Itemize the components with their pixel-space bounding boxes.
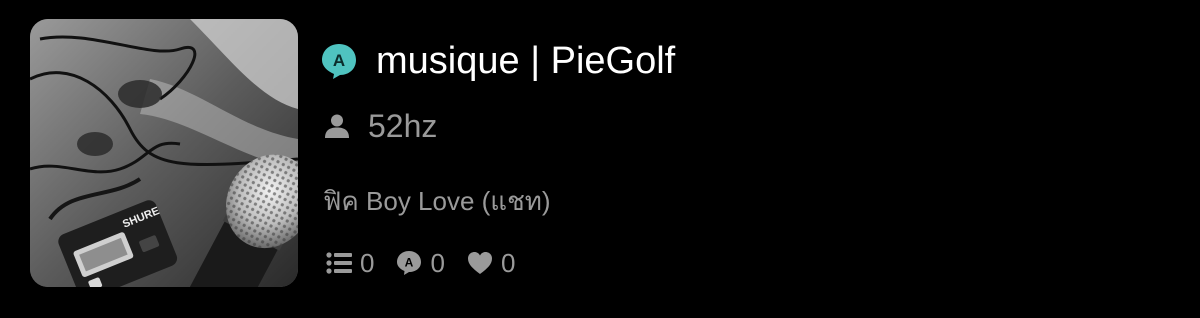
app-badge-icon: A xyxy=(322,44,356,79)
author-row[interactable]: 52hz xyxy=(324,106,437,146)
chapters-stat: 0 xyxy=(326,248,374,278)
list-icon xyxy=(326,252,352,274)
user-icon xyxy=(325,114,349,138)
genre-tag[interactable]: ฟิค Boy Love (แชท) xyxy=(323,184,551,218)
cover-photo: SHURE xyxy=(30,19,298,287)
heart-icon xyxy=(467,252,492,274)
app-badge-letter: A xyxy=(333,51,345,70)
title-row: A musique | PieGolf xyxy=(320,38,675,84)
story-card[interactable]: SHURE A musique | PieGolf 52hz ฟิค Boy L… xyxy=(0,0,1200,318)
story-cover-image[interactable]: SHURE xyxy=(30,19,298,287)
author-name[interactable]: 52hz xyxy=(368,106,437,146)
chapters-count: 0 xyxy=(360,248,375,278)
comment-bubble-icon: A xyxy=(397,251,422,275)
comments-count: 0 xyxy=(430,248,445,278)
likes-stat: 0 xyxy=(467,248,515,278)
story-title[interactable]: musique | PieGolf xyxy=(376,38,675,84)
stats-row: 0 A 0 0 xyxy=(326,248,537,278)
likes-count: 0 xyxy=(500,248,516,278)
comments-stat: A 0 xyxy=(396,248,445,278)
comment-bubble-letter: A xyxy=(405,256,414,270)
